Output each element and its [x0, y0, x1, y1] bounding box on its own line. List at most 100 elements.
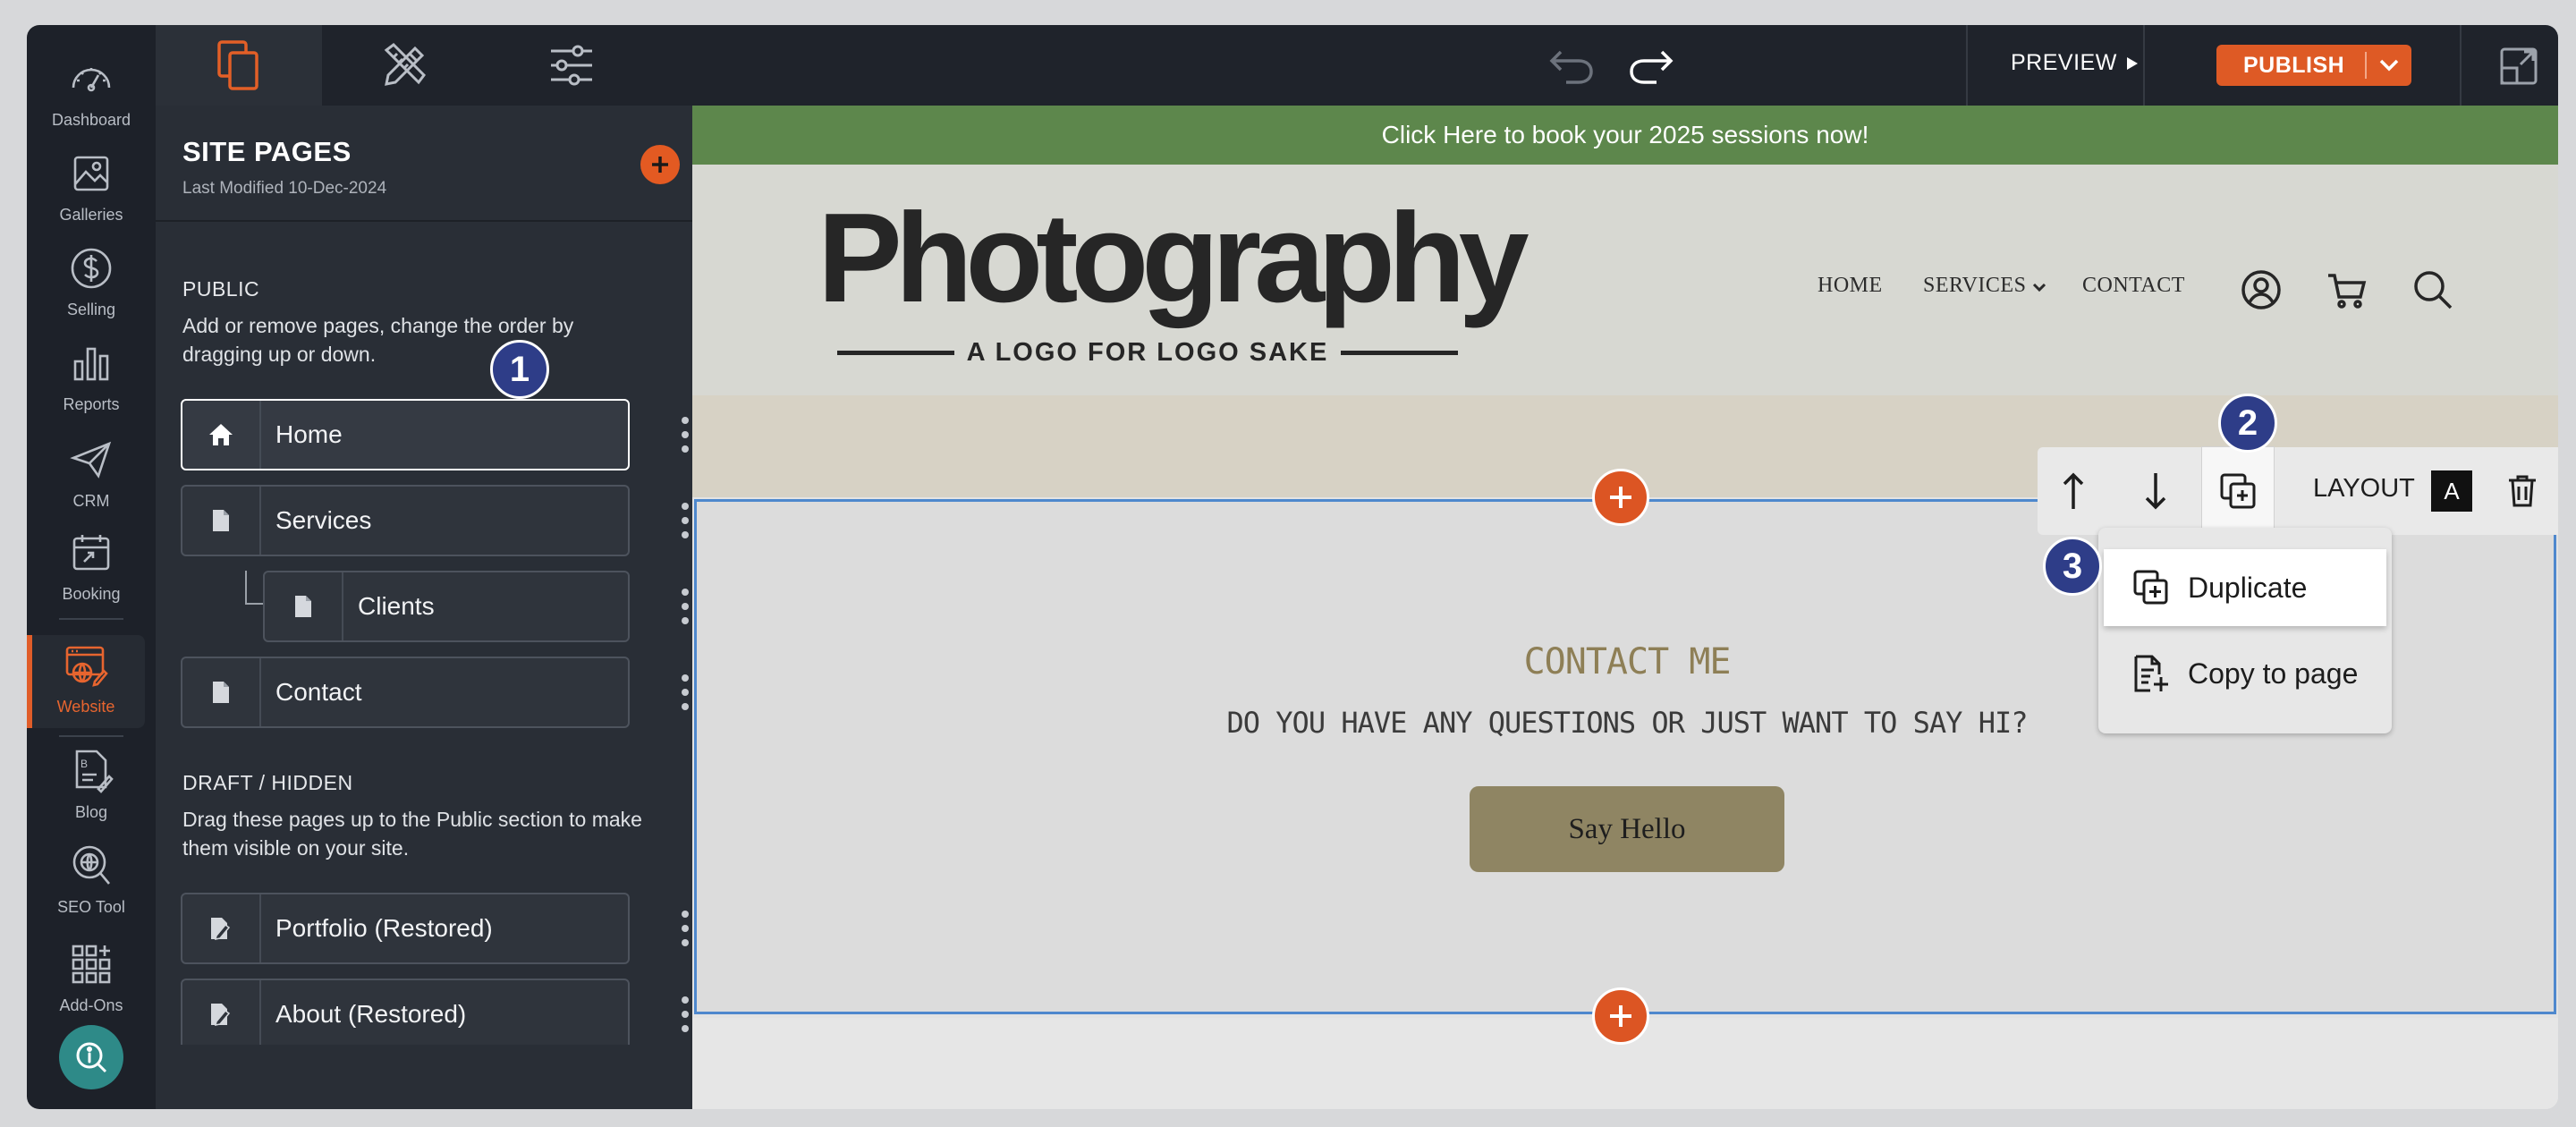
public-section-desc: Add or remove pages, change the order by… — [182, 314, 574, 366]
draft-section-desc: Drag these pages up to the Public sectio… — [182, 808, 642, 860]
undo-button[interactable] — [1546, 43, 1600, 91]
nav-item-reports[interactable]: Reports — [27, 333, 156, 426]
panel-title: SITE PAGES — [182, 136, 352, 167]
publish-button[interactable]: PUBLISH — [2216, 45, 2411, 86]
calendar-icon — [72, 535, 110, 571]
page-icon — [295, 596, 311, 617]
nav-item-website[interactable]: Website — [27, 635, 145, 728]
toolbar-divider — [1966, 25, 1968, 106]
page-options-menu[interactable] — [681, 503, 690, 538]
step-badge-2: 2 — [2218, 394, 2277, 453]
nav-item-seo-tool[interactable]: SEO Tool — [27, 835, 156, 928]
move-section-up-button[interactable] — [2038, 447, 2109, 535]
nav-item-booking[interactable]: Booking — [27, 522, 156, 615]
trash-icon — [2509, 475, 2536, 507]
sliders-icon — [551, 45, 592, 86]
draft-page-icon — [211, 918, 231, 940]
help-button[interactable] — [59, 1025, 123, 1089]
copy-to-page-option[interactable]: Copy to page — [2104, 635, 2386, 712]
arrow-up-icon — [2063, 472, 2084, 509]
publish-label: PUBLISH — [2243, 52, 2345, 78]
redo-button[interactable] — [1623, 43, 1676, 91]
add-page-button[interactable] — [640, 145, 680, 184]
page-icon-cell — [182, 894, 261, 962]
page-options-menu[interactable] — [681, 589, 690, 624]
site-header: Photography A LOGO FOR LOGO SAKE HOME SE… — [692, 165, 2558, 395]
main-nav: Dashboard Galleries Selling Reports CRM … — [27, 25, 156, 1109]
plus-icon — [1610, 487, 1631, 508]
nav-item-galleries[interactable]: Galleries — [27, 143, 156, 236]
subpage-connector — [245, 571, 265, 605]
play-icon — [2126, 56, 2138, 70]
copy-to-page-icon — [2134, 655, 2168, 692]
chevron-down-icon — [2379, 59, 2399, 72]
nav-divider — [59, 618, 123, 620]
tab-settings[interactable] — [488, 25, 655, 106]
tagline-text: A LOGO FOR LOGO SAKE — [966, 338, 1329, 367]
nav-item-crm[interactable]: CRM — [27, 429, 156, 522]
svg-text:B: B — [80, 758, 88, 770]
tab-pages[interactable] — [156, 25, 322, 106]
layout-selector[interactable]: A — [2431, 470, 2472, 512]
page-options-menu[interactable] — [681, 996, 690, 1032]
home-icon — [209, 424, 233, 445]
draft-section-title: DRAFT / HIDDEN — [182, 771, 353, 794]
site-logo[interactable]: Photography — [818, 195, 1530, 322]
add-section-below-button[interactable] — [1592, 987, 1649, 1045]
nav-item-dashboard[interactable]: Dashboard — [27, 48, 156, 141]
image-icon — [73, 156, 109, 191]
search-icon[interactable] — [2411, 268, 2454, 311]
site-canvas: Click Here to book your 2025 sessions no… — [692, 106, 2558, 1109]
page-row-services[interactable]: Services — [181, 485, 630, 556]
announcement-banner[interactable]: Click Here to book your 2025 sessions no… — [692, 106, 2558, 165]
add-section-above-button[interactable] — [1592, 469, 1649, 526]
page-name: About (Restored) — [275, 1000, 467, 1028]
cart-icon[interactable] — [2326, 268, 2368, 311]
page-row-about[interactable]: About (Restored) — [181, 979, 630, 1050]
panel-scroll-mask — [156, 1045, 692, 1109]
tab-design[interactable] — [322, 25, 488, 106]
site-menu-contact[interactable]: CONTACT — [2082, 274, 2185, 298]
preview-button[interactable]: PREVIEW — [2011, 50, 2139, 76]
page-row-home[interactable]: Home — [181, 399, 630, 470]
dollar-icon — [71, 248, 112, 289]
page-icon-cell — [265, 572, 343, 640]
site-menu-home[interactable]: HOME — [1818, 274, 1883, 298]
fullscreen-button[interactable] — [2499, 47, 2538, 89]
panel-header: SITE PAGES Last Modified 10-Dec-2024 — [156, 106, 692, 222]
delete-section-button[interactable] — [2487, 447, 2558, 535]
grid-plus-icon — [72, 945, 111, 984]
app-window: Dashboard Galleries Selling Reports CRM … — [27, 25, 2558, 1109]
page-row-contact[interactable]: Contact — [181, 657, 630, 728]
say-hello-button[interactable]: Say Hello — [1470, 786, 1784, 872]
nav-item-blog[interactable]: B Blog — [27, 741, 156, 834]
copy-section-button[interactable] — [2202, 447, 2274, 535]
nav-item-add-ons[interactable]: Add-Ons — [27, 934, 156, 1027]
redo-icon — [1630, 50, 1674, 84]
seo-globe-icon — [72, 845, 110, 885]
nav-label: Website — [56, 698, 115, 716]
copy-options-dropdown: Duplicate Copy to page — [2098, 528, 2392, 733]
paper-plane-icon — [70, 441, 112, 479]
plus-icon — [652, 157, 668, 173]
page-row-portfolio[interactable]: Portfolio (Restored) — [181, 893, 630, 964]
plus-icon — [1610, 1005, 1631, 1027]
page-row-clients[interactable]: Clients — [263, 571, 630, 642]
move-section-down-button[interactable] — [2120, 447, 2191, 535]
chevron-down-icon — [2032, 283, 2046, 292]
publish-options-button[interactable] — [2367, 59, 2411, 72]
page-options-menu[interactable] — [681, 911, 690, 946]
last-modified: Last Modified 10-Dec-2024 — [182, 179, 387, 198]
site-menu-services[interactable]: SERVICES — [1923, 274, 2046, 298]
blog-icon: B — [75, 750, 114, 793]
duplicate-option[interactable]: Duplicate — [2104, 549, 2386, 626]
page-name: Portfolio (Restored) — [275, 914, 493, 942]
page-options-menu[interactable] — [681, 674, 690, 710]
help-search-icon — [76, 1042, 107, 1073]
design-tools-icon — [384, 43, 426, 86]
nav-item-selling[interactable]: Selling — [27, 238, 156, 331]
page-name: Contact — [275, 678, 362, 706]
nav-label: Blog — [74, 803, 108, 821]
account-icon[interactable] — [2240, 268, 2283, 311]
page-options-menu[interactable] — [681, 417, 690, 453]
